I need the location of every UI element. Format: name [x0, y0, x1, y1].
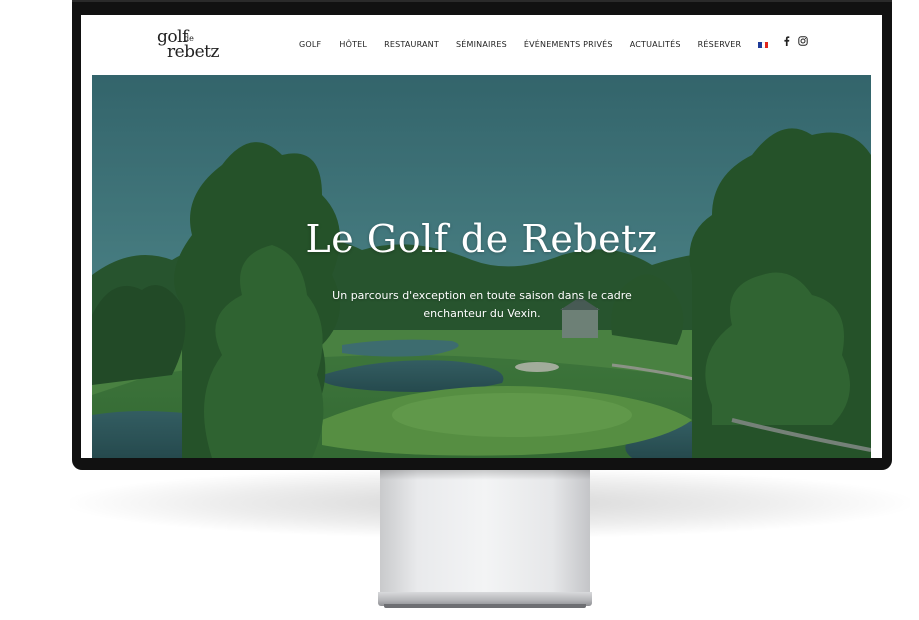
hero-section: Le Golf de Rebetz Un parcours d'exceptio… — [92, 75, 871, 458]
logo-word-rebetz: rebetz — [167, 42, 219, 62]
hero-subtitle: Un parcours d'exception en toute saison … — [332, 289, 632, 320]
monitor-stand-foot — [384, 604, 586, 608]
nav-item-seminaires[interactable]: SÉMINAIRES — [456, 39, 507, 51]
monitor-stand-neck — [380, 470, 590, 594]
social-links — [781, 36, 808, 46]
nav-item-actualites[interactable]: ACTUALITÉS — [630, 39, 681, 51]
french-flag-icon[interactable] — [758, 42, 769, 48]
hero-overlay — [92, 75, 871, 458]
monitor-screen: golf de rebetz GOLF HÔTEL RESTAURANT SÉM… — [81, 15, 882, 458]
nav-item-reserver[interactable]: RÉSERVER — [698, 39, 742, 51]
instagram-icon[interactable] — [798, 36, 808, 46]
hero-title: Le Golf de Rebetz — [305, 217, 658, 261]
nav-item-golf[interactable]: GOLF — [299, 39, 321, 51]
site-header: golf de rebetz GOLF HÔTEL RESTAURANT SÉM… — [81, 15, 882, 75]
nav-item-restaurant[interactable]: RESTAURANT — [384, 39, 439, 51]
site-logo[interactable]: golf de rebetz — [157, 27, 227, 63]
mockup-stage: golf de rebetz GOLF HÔTEL RESTAURANT SÉM… — [0, 0, 919, 620]
nav-item-evenements-prives[interactable]: ÉVÉNEMENTS PRIVÉS — [524, 39, 613, 51]
main-nav: GOLF HÔTEL RESTAURANT SÉMINAIRES ÉVÉNEME… — [299, 39, 769, 51]
nav-item-hotel[interactable]: HÔTEL — [339, 39, 367, 51]
facebook-icon[interactable] — [781, 36, 791, 46]
